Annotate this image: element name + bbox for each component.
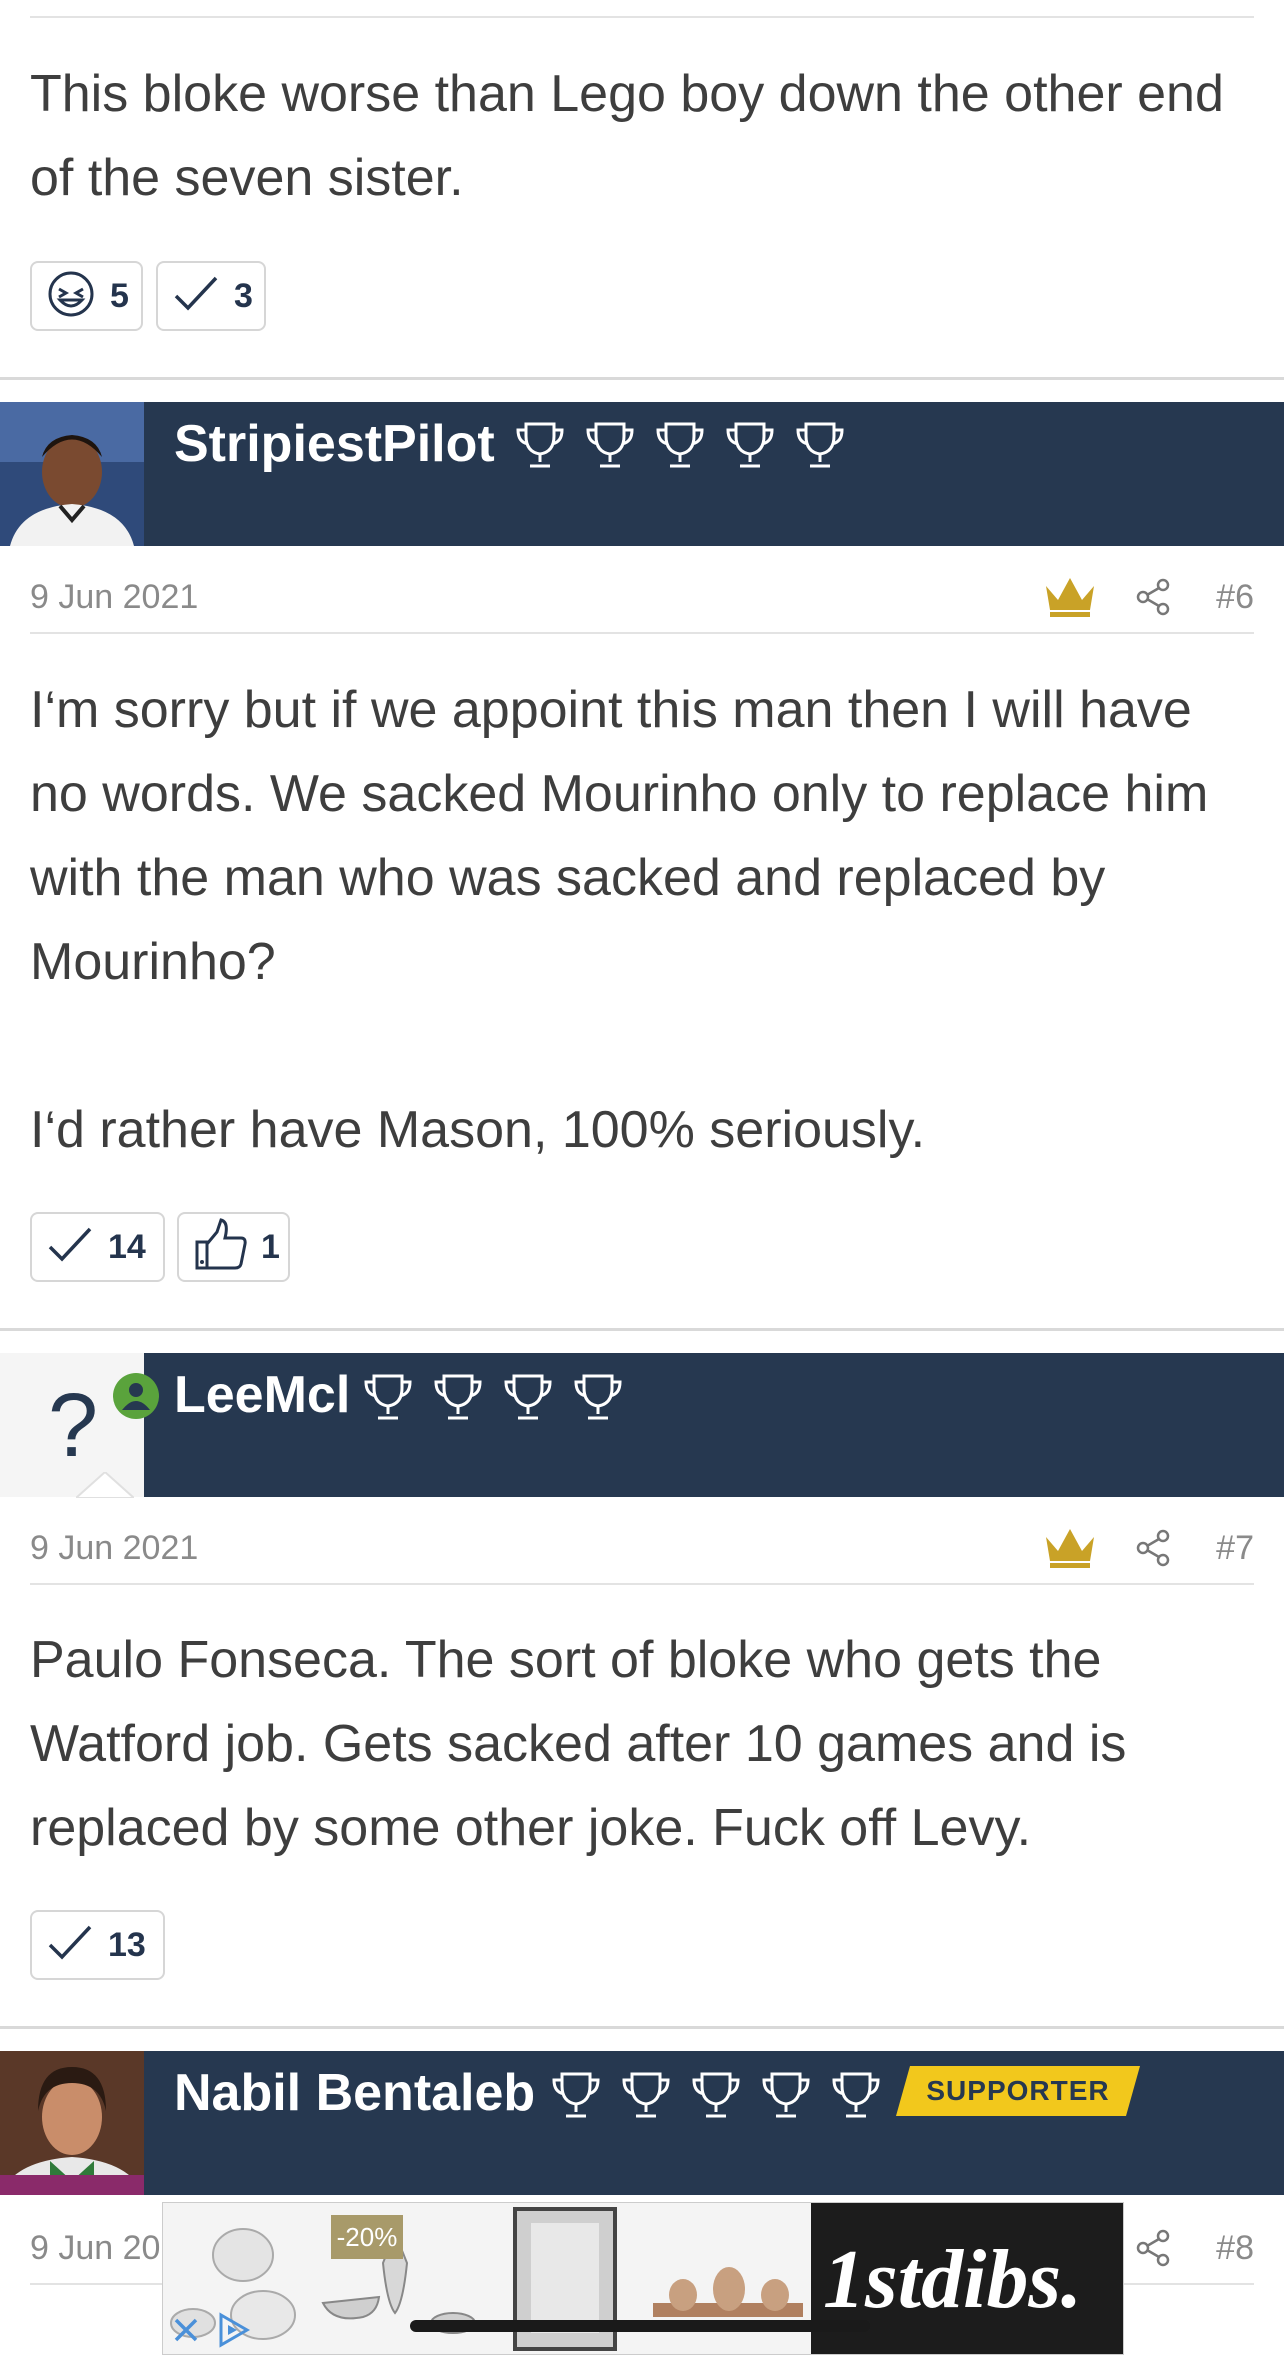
reaction-count: 5 (110, 276, 129, 315)
supporter-badge: SUPPORTER (896, 2066, 1140, 2116)
username[interactable]: LeeMcl (174, 1365, 350, 1425)
reaction-count: 3 (234, 276, 253, 315)
post-date[interactable]: 9 Jun 2021 (30, 578, 198, 617)
post-separator (0, 1328, 1284, 1331)
share-icon[interactable] (1135, 1529, 1171, 1572)
trophy-icon (512, 420, 568, 472)
post-separator (0, 377, 1284, 380)
trophy-icon (360, 1372, 416, 1424)
share-icon[interactable] (1135, 578, 1171, 621)
post-body: I‘m sorry but if we appoint this man the… (30, 681, 1209, 991)
trophy-icon (652, 420, 708, 472)
home-indicator (410, 2320, 870, 2332)
trophy-icon (570, 1372, 626, 1424)
trophy-icon (792, 420, 848, 472)
crown-icon[interactable] (1042, 574, 1098, 623)
ad-discount-label: -20% (331, 2215, 403, 2259)
post-body: I‘d rather have Mason, 100% seriously. (30, 1101, 926, 1159)
check-icon (46, 1921, 94, 1970)
check-icon (46, 1223, 94, 1272)
trophy-icon (828, 2070, 884, 2122)
trophy-icon (618, 2070, 674, 2122)
avatar-placeholder-text: ? (48, 1376, 99, 1476)
username[interactable]: StripiestPilot (174, 414, 495, 474)
meta-divider (30, 1583, 1254, 1585)
avatar[interactable] (0, 2051, 144, 2195)
trophy-list (360, 1372, 626, 1424)
trophy-list (512, 420, 848, 472)
username[interactable]: Nabil Bentaleb (174, 2063, 535, 2123)
post-body: Paulo Fonseca. The sort of bloke who get… (30, 1631, 1127, 1857)
post-separator (0, 2026, 1284, 2029)
post-date[interactable]: 9 Jun 2021 (30, 1529, 198, 1568)
avatar-pointer (73, 1470, 137, 1503)
laugh-icon (46, 269, 96, 324)
post-divider (30, 16, 1254, 18)
ad-close-icon[interactable] (169, 2313, 203, 2352)
reaction-agree[interactable]: 13 (30, 1910, 165, 1980)
ad-brand-logo: 1stdibs. (823, 2233, 1083, 2326)
trophy-icon (500, 1372, 556, 1424)
online-status-icon (112, 1372, 160, 1425)
crown-icon[interactable] (1042, 1525, 1098, 1574)
avatar[interactable] (0, 402, 144, 546)
trophy-icon (758, 2070, 814, 2122)
ad-banner[interactable]: -20% 1stdibs. (162, 2202, 1124, 2355)
post-number-link[interactable]: #7 (1216, 1529, 1254, 1568)
post-date[interactable]: 9 Jun 20 (30, 2229, 160, 2268)
trophy-list (548, 2070, 884, 2122)
share-icon[interactable] (1135, 2229, 1171, 2272)
reaction-like[interactable]: 1 (177, 1212, 290, 1282)
reaction-count: 14 (108, 1227, 146, 1266)
reaction-count: 13 (108, 1925, 146, 1964)
post-number-link[interactable]: #8 (1216, 2229, 1254, 2268)
reaction-laugh[interactable]: 5 (30, 261, 143, 331)
adchoices-icon[interactable] (213, 2311, 251, 2354)
check-icon (172, 272, 220, 321)
post-number-link[interactable]: #6 (1216, 578, 1254, 617)
trophy-icon (722, 420, 778, 472)
reaction-agree[interactable]: 14 (30, 1212, 165, 1282)
meta-divider (30, 632, 1254, 634)
post-body: This bloke worse than Lego boy down the … (30, 65, 1224, 207)
trophy-icon (582, 420, 638, 472)
thumbs-up-icon (193, 1217, 247, 1277)
reaction-agree[interactable]: 3 (156, 261, 266, 331)
trophy-icon (548, 2070, 604, 2122)
reaction-count: 1 (261, 1227, 280, 1266)
trophy-icon (430, 1372, 486, 1424)
trophy-icon (688, 2070, 744, 2122)
